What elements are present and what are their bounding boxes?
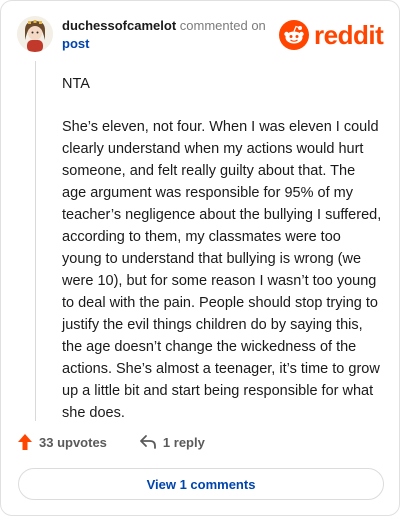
username-link[interactable]: duchessofcamelot <box>62 18 176 33</box>
reddit-snoo-icon <box>279 20 309 50</box>
reddit-wordmark: reddit <box>314 20 384 50</box>
upvote-count: 33 upvotes <box>39 434 107 450</box>
comment-card: duchessofcamelot commented on post reddi… <box>0 0 400 516</box>
comment-body: NTA She’s eleven, not four. When I was e… <box>62 73 382 445</box>
user-avatar[interactable] <box>17 16 53 52</box>
thread-line[interactable] <box>35 61 36 421</box>
comment-header: duchessofcamelot commented on post <box>62 17 266 53</box>
reply-button[interactable]: 1 reply <box>139 434 205 450</box>
upvote-button[interactable]: 33 upvotes <box>17 433 107 451</box>
comment-paragraph: NTA <box>62 76 90 92</box>
comment-action-text: commented on <box>179 18 266 33</box>
reddit-logo[interactable]: reddit <box>279 19 384 51</box>
reply-count: 1 reply <box>162 434 205 450</box>
post-link[interactable]: post <box>62 35 266 53</box>
reply-arrow-icon <box>140 435 156 449</box>
comment-footer: 33 upvotes 1 reply <box>17 433 205 451</box>
upvote-arrow-icon <box>18 434 32 450</box>
view-comments-label: View 1 comments <box>146 476 256 492</box>
comment-paragraph: She’s eleven, not four. When I was eleve… <box>62 119 382 421</box>
avatar-illustration-icon <box>17 16 53 52</box>
view-comments-button[interactable]: View 1 comments <box>18 468 384 500</box>
